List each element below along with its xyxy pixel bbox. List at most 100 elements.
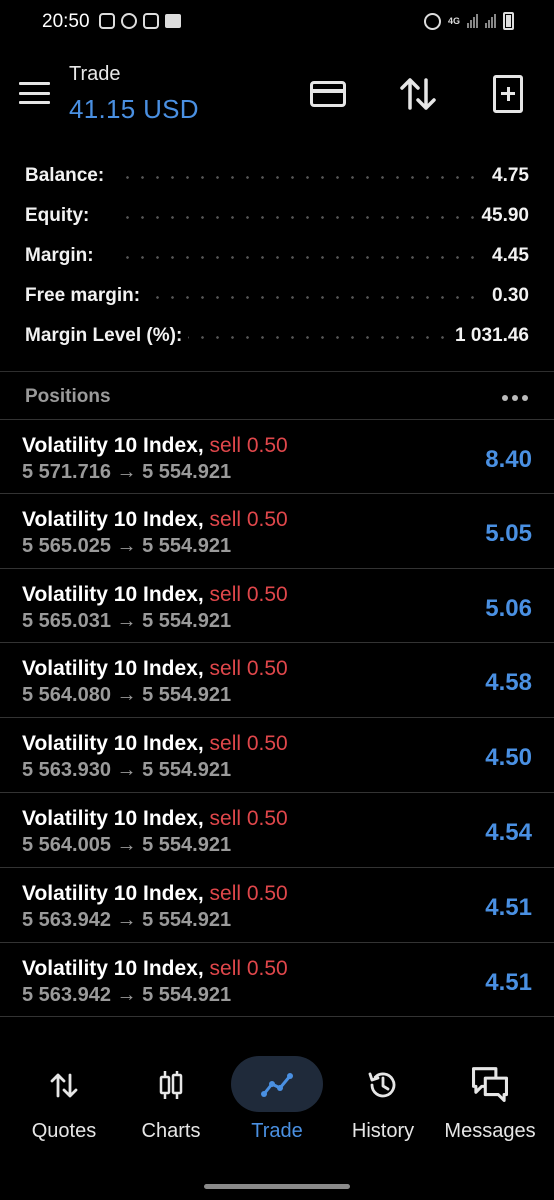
summary-row-margin-level: Margin Level (%): 1 031.46 <box>0 316 554 356</box>
page-title: Trade <box>69 63 121 85</box>
nav-label: Trade <box>251 1120 303 1142</box>
instagram-icon <box>143 13 159 29</box>
signal-icon <box>467 14 478 28</box>
dotted-leader <box>120 216 474 219</box>
position-profit: 5.05 <box>485 519 532 547</box>
nav-history[interactable]: History <box>328 1048 438 1158</box>
summary-value: 0.30 <box>486 285 529 307</box>
bottom-navigation: Quotes Charts Trade History Messages <box>0 1048 554 1158</box>
position-prices: 5 565.025 → 5 554.921 <box>22 534 232 557</box>
nav-label: History <box>351 1120 415 1142</box>
position-row[interactable]: Volatility 10 Index, sell 0.50 5 564.005… <box>0 793 554 868</box>
position-side: sell 0.50 <box>209 507 288 531</box>
positions-title: Positions <box>25 386 111 407</box>
home-indicator[interactable] <box>204 1184 350 1189</box>
sort-button[interactable] <box>396 72 440 116</box>
summary-label: Margin: <box>25 245 100 267</box>
dotted-leader <box>120 176 474 179</box>
position-side: sell 0.50 <box>209 956 288 980</box>
position-row[interactable]: Volatility 10 Index, sell 0.50 5 563.942… <box>0 943 554 1018</box>
position-title: Volatility 10 Index, sell 0.50 <box>22 732 288 756</box>
positions-header: Positions <box>0 375 554 419</box>
summary-value: 45.90 <box>475 205 529 227</box>
account-profit: 41.15 USD <box>69 94 199 124</box>
nav-messages[interactable]: Messages <box>435 1048 545 1158</box>
summary-row-free-margin: Free margin: 0.30 <box>0 276 554 316</box>
position-title: Volatility 10 Index, sell 0.50 <box>22 508 288 532</box>
position-prices: 5 564.080 → 5 554.921 <box>22 684 232 707</box>
more-options-icon[interactable] <box>502 395 528 401</box>
position-prices: 5 565.031 → 5 554.921 <box>22 609 232 632</box>
network-type: 4G <box>447 15 460 26</box>
position-profit: 4.51 <box>485 893 532 921</box>
whatsapp-icon <box>121 13 137 29</box>
position-title: Volatility 10 Index, sell 0.50 <box>22 882 288 906</box>
app-header: Trade 41.15 USD <box>0 52 554 142</box>
position-title: Volatility 10 Index, sell 0.50 <box>22 657 288 681</box>
battery-icon <box>503 12 514 30</box>
signal-icon <box>485 14 496 28</box>
summary-row-balance: Balance: 4.75 <box>0 156 554 196</box>
position-side: sell 0.50 <box>209 657 288 681</box>
position-symbol: Volatility 10 Index, <box>22 881 204 905</box>
position-profit: 4.54 <box>485 818 532 846</box>
menu-icon[interactable] <box>19 82 50 104</box>
position-side: sell 0.50 <box>209 582 288 606</box>
summary-row-equity: Equity: 45.90 <box>0 196 554 236</box>
position-symbol: Volatility 10 Index, <box>22 657 204 681</box>
position-symbol: Volatility 10 Index, <box>22 732 204 756</box>
system-icons: 4G <box>423 12 514 30</box>
deposit-button[interactable] <box>306 72 350 116</box>
new-document-icon <box>493 75 523 113</box>
nav-charts[interactable]: Charts <box>116 1048 226 1158</box>
summary-label: Free margin: <box>25 285 147 307</box>
position-profit: 5.06 <box>485 594 532 622</box>
account-summary: Balance: 4.75 Equity: 45.90 Margin: 4.45… <box>0 156 554 356</box>
position-side: sell 0.50 <box>209 881 288 905</box>
position-profit: 4.58 <box>485 669 532 697</box>
position-row[interactable]: Volatility 10 Index, sell 0.50 5 563.930… <box>0 718 554 793</box>
nav-quotes[interactable]: Quotes <box>9 1048 119 1158</box>
position-prices: 5 563.942 → 5 554.921 <box>22 983 232 1006</box>
position-title: Volatility 10 Index, sell 0.50 <box>22 434 288 458</box>
positions-list: Volatility 10 Index, sell 0.50 5 571.716… <box>0 419 554 1018</box>
trade-icon <box>261 1073 293 1097</box>
charts-icon <box>159 1071 183 1099</box>
position-symbol: Volatility 10 Index, <box>22 582 204 606</box>
nav-label: Messages <box>444 1120 536 1142</box>
position-prices: 5 563.930 → 5 554.921 <box>22 759 232 782</box>
position-row[interactable]: Volatility 10 Index, sell 0.50 5 564.080… <box>0 643 554 719</box>
nav-label: Quotes <box>31 1120 97 1142</box>
position-row[interactable]: Volatility 10 Index, sell 0.50 5 563.942… <box>0 868 554 943</box>
position-side: sell 0.50 <box>209 732 288 756</box>
position-symbol: Volatility 10 Index, <box>22 507 204 531</box>
position-row[interactable]: Volatility 10 Index, sell 0.50 5 565.031… <box>0 569 554 644</box>
position-prices: 5 564.005 → 5 554.921 <box>22 833 232 856</box>
position-profit: 4.50 <box>485 744 532 772</box>
alarm-icon <box>423 12 441 30</box>
sort-arrows-icon <box>400 78 436 110</box>
dotted-leader <box>120 256 474 259</box>
position-side: sell 0.50 <box>209 434 288 457</box>
credit-card-icon <box>310 81 346 107</box>
position-row[interactable]: Volatility 10 Index, sell 0.50 5 565.025… <box>0 494 554 569</box>
position-symbol: Volatility 10 Index, <box>22 956 204 980</box>
nav-trade[interactable]: Trade <box>222 1048 332 1158</box>
position-prices: 5 571.716 → 5 554.921 <box>22 461 232 483</box>
position-title: Volatility 10 Index, sell 0.50 <box>22 957 288 981</box>
summary-label: Margin Level (%): <box>25 325 189 347</box>
position-prices: 5 563.942 → 5 554.921 <box>22 908 232 931</box>
instagram-icon <box>99 13 115 29</box>
new-order-button[interactable] <box>486 72 530 116</box>
summary-label: Equity: <box>25 205 96 227</box>
divider <box>0 371 554 372</box>
summary-value: 1 031.46 <box>449 325 529 347</box>
position-profit: 8.40 <box>485 446 532 473</box>
notification-icons <box>99 13 181 29</box>
folder-icon <box>165 14 181 28</box>
position-side: sell 0.50 <box>209 806 288 830</box>
dotted-leader <box>120 296 474 299</box>
position-row[interactable]: Volatility 10 Index, sell 0.50 5 571.716… <box>0 419 554 494</box>
status-time: 20:50 <box>42 11 90 32</box>
quotes-icon <box>50 1073 78 1098</box>
